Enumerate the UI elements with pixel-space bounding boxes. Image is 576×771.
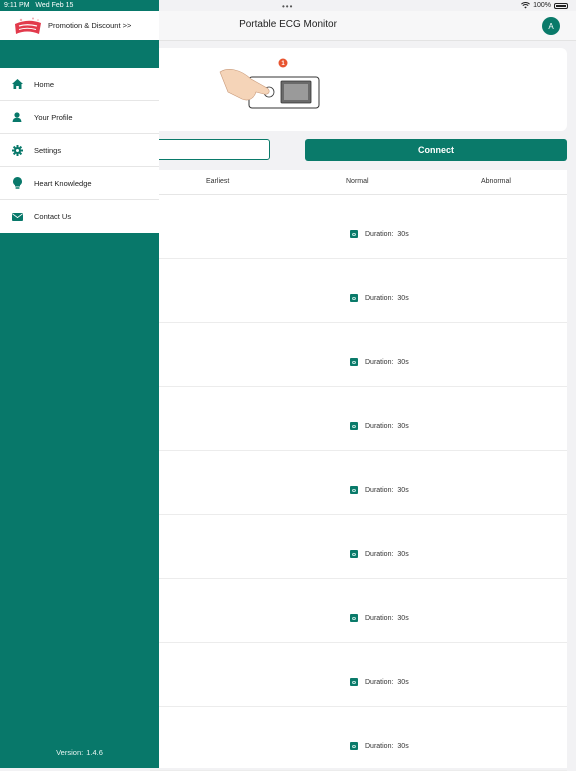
ecg-record-icon xyxy=(350,294,358,302)
ecg-record-icon xyxy=(350,486,358,494)
duration-value: 30s xyxy=(397,230,409,238)
duration-label: Duration: xyxy=(365,358,394,366)
menu-item-settings[interactable]: Settings xyxy=(0,134,159,167)
menu-label-settings: Settings xyxy=(34,145,62,155)
records-list: Earliest Normal Abnormal Duration: 30s Dur… xyxy=(150,170,567,771)
duration-value: 30s xyxy=(397,486,409,494)
duration-value: 30s xyxy=(397,742,409,750)
filter-abnormal[interactable]: Abnormal xyxy=(481,178,511,185)
table-row[interactable]: Duration: 30s xyxy=(150,195,567,259)
ecg-record-icon xyxy=(350,742,358,750)
battery-percent: 100% xyxy=(533,2,551,9)
duration-info: Duration: 30s xyxy=(350,358,409,366)
status-time: 9:11 PM Wed Feb 15 xyxy=(4,2,74,9)
ecg-record-icon xyxy=(350,230,358,238)
table-row[interactable]: Duration: 30s xyxy=(150,387,567,451)
battery-icon xyxy=(554,2,568,9)
duration-label: Duration: xyxy=(365,550,394,558)
wifi-icon xyxy=(521,2,531,9)
table-row[interactable]: Duration: 30s xyxy=(150,579,567,643)
table-row[interactable]: Duration: 30s xyxy=(150,259,567,323)
multitasking-dots-icon[interactable]: ••• xyxy=(282,2,293,11)
version-value: 1.4.6 xyxy=(86,748,103,757)
status-bar: 9:11 PM Wed Feb 15 ••• 100% xyxy=(0,0,576,11)
duration-value: 30s xyxy=(397,614,409,622)
table-row[interactable]: Duration: 30s xyxy=(150,707,567,771)
side-drawer: Promotion & Discount >> Home Your Profil… xyxy=(0,0,159,768)
home-icon xyxy=(11,78,23,90)
discount-logo-icon xyxy=(15,17,41,34)
duration-label: Duration: xyxy=(365,422,394,430)
drawer-menu: Home Your Profile Settings Heart Knowled… xyxy=(0,68,159,233)
menu-label-home: Home xyxy=(34,79,55,89)
status-indicators: 100% xyxy=(521,2,568,9)
menu-label-profile: Your Profile xyxy=(34,112,73,122)
duration-label: Duration: xyxy=(365,294,394,302)
menu-label-contact-us: Contact Us xyxy=(34,212,72,221)
ecg-record-icon xyxy=(350,614,358,622)
ecg-record-icon xyxy=(350,678,358,686)
table-row[interactable]: Duration: 30s xyxy=(150,323,567,387)
duration-value: 30s xyxy=(397,678,409,686)
filter-earliest[interactable]: Earliest xyxy=(206,178,229,185)
ecg-record-icon xyxy=(350,358,358,366)
promotion-banner[interactable]: Promotion & Discount >> xyxy=(0,11,159,40)
lightbulb-icon xyxy=(11,177,23,189)
avatar[interactable]: A xyxy=(542,17,560,35)
table-row[interactable]: Duration: 30s xyxy=(150,451,567,515)
menu-item-profile[interactable]: Your Profile xyxy=(0,101,159,134)
duration-value: 30s xyxy=(397,550,409,558)
device-card xyxy=(150,48,567,131)
duration-label: Duration: xyxy=(365,614,394,622)
duration-info: Duration: 30s xyxy=(350,614,409,622)
duration-info: Duration: 30s xyxy=(350,422,409,430)
gear-icon xyxy=(11,144,23,156)
duration-info: Duration: 30s xyxy=(350,294,409,302)
duration-info: Duration: 30s xyxy=(350,486,409,494)
duration-value: 30s xyxy=(397,422,409,430)
duration-info: Duration: 30s xyxy=(350,230,409,238)
promotion-label: Promotion & Discount >> xyxy=(48,21,132,30)
menu-item-home[interactable]: Home xyxy=(0,68,159,101)
version-label: Version: xyxy=(56,748,84,757)
connect-button[interactable]: Connect xyxy=(305,139,567,161)
menu-item-heart-knowledge[interactable]: Heart Knowledge xyxy=(0,167,159,200)
menu-label-heart-knowledge: Heart Knowledge xyxy=(34,178,92,188)
duration-label: Duration: xyxy=(365,486,394,494)
envelope-icon xyxy=(11,211,23,223)
table-row[interactable]: Duration: 30s xyxy=(150,643,567,707)
device-search-input[interactable] xyxy=(150,139,270,160)
filter-normal[interactable]: Normal xyxy=(346,178,369,185)
duration-label: Duration: xyxy=(365,742,394,750)
ecg-record-icon xyxy=(350,422,358,430)
list-header: Earliest Normal Abnormal xyxy=(150,170,567,195)
duration-info: Duration: 30s xyxy=(350,550,409,558)
ecg-device-illustration: 1 xyxy=(219,58,320,109)
duration-value: 30s xyxy=(397,358,409,366)
duration-value: 30s xyxy=(397,294,409,302)
duration-label: Duration: xyxy=(365,678,394,686)
table-row[interactable]: Duration: 30s xyxy=(150,515,567,579)
duration-info: Duration: 30s xyxy=(350,678,409,686)
menu-item-contact-us[interactable]: Contact Us xyxy=(0,200,159,233)
ecg-record-icon xyxy=(350,550,358,558)
duration-info: Duration: 30s xyxy=(350,742,409,750)
app-version: Version: 1.4.6 xyxy=(0,748,159,757)
duration-label: Duration: xyxy=(365,230,394,238)
user-icon xyxy=(11,111,23,123)
